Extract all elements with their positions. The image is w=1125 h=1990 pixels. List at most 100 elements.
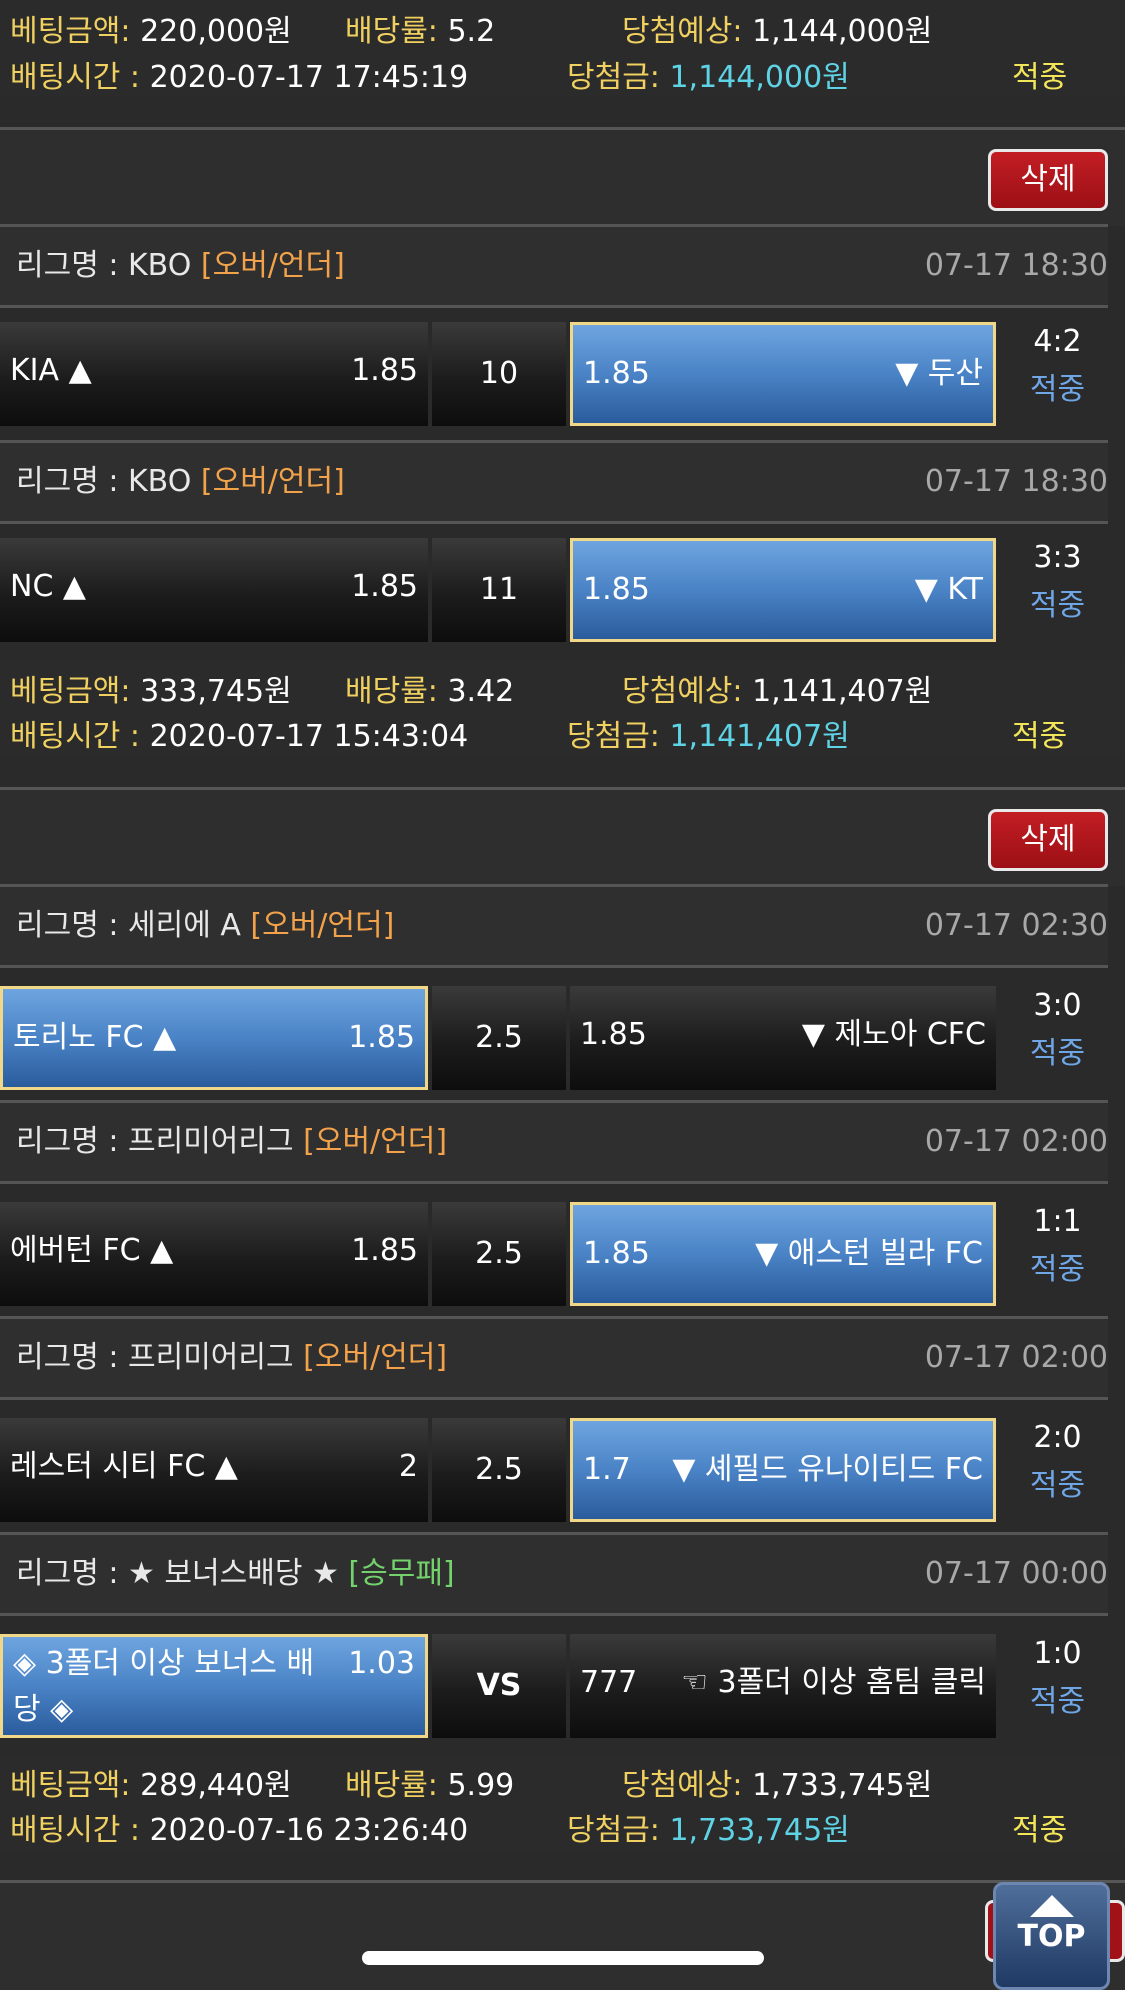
league-header: 리그명 : ★ 보너스배당 ★ [승무패] 07-17 00:00 [0, 1532, 1108, 1616]
home-team: 토리노 FC ▲ [13, 1020, 177, 1055]
score: 4:2 [1033, 324, 1082, 359]
home-team: KIA ▲ [10, 353, 92, 388]
bet-time-label: 배팅시간 : [10, 60, 141, 95]
status-hit: 적중 [1012, 60, 1068, 95]
league-tag: [오버/언더] [250, 908, 395, 943]
odds-label: 배당률: [345, 674, 438, 709]
away-odds-button[interactable]: 1.85 ▼ 두산 [570, 322, 996, 426]
line-value: 2.5 [432, 1418, 566, 1522]
bet-amount-label: 베팅금액: [10, 1768, 131, 1803]
odds-label: 배당률: [345, 14, 438, 49]
status-hit: 적중 [1012, 719, 1068, 754]
home-team: NC ▲ [10, 569, 86, 604]
result: 적중 [1029, 372, 1086, 407]
odds-value: 5.2 [447, 14, 496, 49]
league-name: ★ 보너스배당 ★ [128, 1556, 339, 1591]
home-odds-button[interactable]: 에버턴 FC ▲ 1.85 [0, 1202, 428, 1306]
bet-amount-value: 220,000원 [140, 14, 292, 49]
score: 1:0 [1033, 1636, 1082, 1671]
home-odds-button[interactable]: NC ▲ 1.85 [0, 538, 428, 642]
odds-value: 3.42 [447, 674, 515, 709]
score: 2:0 [1033, 1420, 1082, 1455]
bet-time-label: 배팅시간 : [10, 1813, 141, 1848]
league-header: 리그명 : KBO [오버/언더] 07-17 18:30 [0, 224, 1108, 308]
odds-value: 5.99 [447, 1768, 515, 1803]
away-odds-button[interactable]: 1.85 ▼ 애스턴 빌라 FC [570, 1202, 996, 1306]
delete-button[interactable]: 삭제 [988, 149, 1108, 211]
home-odds: 1.85 [348, 1020, 415, 1055]
line-value: 2.5 [432, 1202, 566, 1306]
match-row: ◈ 3폴더 이상 보너스 배당 ◈ 1.03 VS 777 ☜ 3폴더 이상 홈… [0, 1620, 1125, 1738]
bet-amount-value: 289,440원 [140, 1768, 292, 1803]
expected-value: 1,144,000원 [752, 14, 933, 49]
arrow-up-icon [1029, 1895, 1074, 1917]
league-header: 리그명 : KBO [오버/언더] 07-17 18:30 [0, 440, 1108, 524]
home-odds: 1.85 [351, 1233, 418, 1268]
away-odds-button[interactable]: 1.7 ▼ 셰필드 유나이티드 FC [570, 1418, 996, 1522]
league-name: KBO [128, 464, 192, 499]
match-date: 07-17 18:30 [924, 248, 1108, 283]
delete-row: 삭제 [0, 794, 1108, 886]
league-tag: [오버/언더] [303, 1340, 448, 1375]
score: 3:3 [1033, 540, 1082, 575]
home-odds: 1.03 [348, 1646, 415, 1681]
league-tag: [오버/언더] [303, 1124, 448, 1159]
league-tag: [오버/언더] [200, 464, 345, 499]
home-team: 에버턴 FC ▲ [10, 1233, 174, 1268]
league-name: 프리미어리그 [128, 1340, 294, 1375]
away-odds: 1.7 [583, 1452, 631, 1487]
home-odds-button[interactable]: KIA ▲ 1.85 [0, 322, 428, 426]
bet-amount-label: 베팅금액: [10, 14, 131, 49]
scroll-top-button[interactable]: TOP [993, 1882, 1110, 1990]
home-odds: 2 [398, 1449, 418, 1484]
odds-label: 배당률: [345, 1768, 438, 1803]
league-label: 리그명 : [16, 1124, 119, 1159]
expected-value: 1,141,407원 [752, 674, 933, 709]
home-odds-button[interactable]: ◈ 3폴더 이상 보너스 배당 ◈ 1.03 [0, 1634, 428, 1738]
away-team: ▼ KT [914, 572, 983, 607]
status-hit: 적중 [1012, 1813, 1068, 1848]
match-row: 에버턴 FC ▲ 1.85 2.5 1.85 ▼ 애스턴 빌라 FC 1:1 적… [0, 1188, 1125, 1306]
result: 적중 [1029, 588, 1086, 623]
league-label: 리그명 : [16, 908, 119, 943]
match-date: 07-17 02:30 [924, 908, 1108, 943]
match-date: 07-17 02:00 [924, 1124, 1108, 1159]
prize-value: 1,141,407원 [669, 719, 850, 754]
league-label: 리그명 : [16, 464, 119, 499]
delete-button[interactable]: 삭제 [988, 809, 1108, 871]
away-odds-button[interactable]: 1.85 ▼ 제노아 CFC [570, 986, 996, 1090]
away-team: ☜ 3폴더 이상 홈팀 클릭 [681, 1665, 986, 1700]
away-odds: 1.85 [583, 572, 650, 607]
league-header: 리그명 : 프리미어리그 [오버/언더] 07-17 02:00 [0, 1100, 1108, 1184]
expected-label: 당첨예상: [622, 14, 743, 49]
expected-label: 당첨예상: [622, 674, 743, 709]
expected-value: 1,733,745원 [752, 1768, 933, 1803]
home-odds-button[interactable]: 레스터 시티 FC ▲ 2 [0, 1418, 428, 1522]
match-row: 토리노 FC ▲ 1.85 2.5 1.85 ▼ 제노아 CFC 3:0 적중 [0, 972, 1125, 1090]
score: 3:0 [1033, 988, 1082, 1023]
league-tag: [오버/언더] [200, 248, 345, 283]
away-odds-button[interactable]: 777 ☜ 3폴더 이상 홈팀 클릭 [570, 1634, 996, 1738]
away-odds: 1.85 [583, 356, 650, 391]
away-odds-button[interactable]: 1.85 ▼ KT [570, 538, 996, 642]
away-odds: 1.85 [583, 1236, 650, 1271]
score: 1:1 [1033, 1204, 1082, 1239]
away-team: ▼ 두산 [895, 356, 983, 391]
home-team: 레스터 시티 FC ▲ [10, 1449, 238, 1484]
league-header: 리그명 : 프리미어리그 [오버/언더] 07-17 02:00 [0, 1316, 1108, 1400]
delete-row: 삭제 [0, 134, 1108, 226]
match-date: 07-17 18:30 [924, 464, 1108, 499]
result: 적중 [1029, 1252, 1086, 1287]
bet-time-value: 2020-07-17 17:45:19 [149, 60, 469, 95]
bet-amount-label: 베팅금액: [10, 674, 131, 709]
away-team: ▼ 애스턴 빌라 FC [755, 1236, 983, 1271]
league-name: 세리에 A [128, 908, 241, 943]
home-team: ◈ 3폴더 이상 보너스 배당 ◈ [13, 1646, 315, 1727]
league-name: KBO [128, 248, 192, 283]
away-team: ▼ 제노아 CFC [801, 1017, 986, 1052]
home-odds: 1.85 [351, 569, 418, 604]
home-indicator [362, 1951, 764, 1965]
result: 적중 [1029, 1684, 1086, 1719]
home-odds-button[interactable]: 토리노 FC ▲ 1.85 [0, 986, 428, 1090]
match-row: NC ▲ 1.85 11 1.85 ▼ KT 3:3 적중 [0, 524, 1125, 642]
